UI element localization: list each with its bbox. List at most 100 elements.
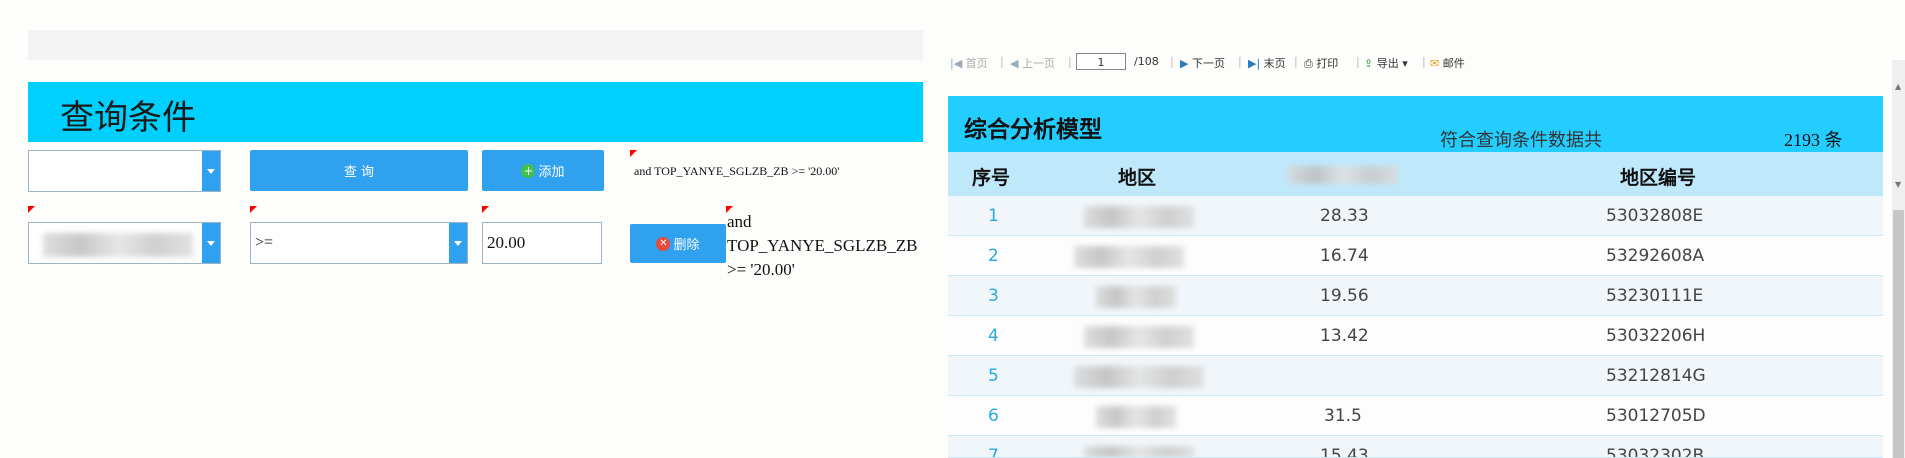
toolbar-separator: | xyxy=(1356,55,1360,68)
value-input[interactable]: 20.00 xyxy=(482,222,602,264)
toolbar-separator: | xyxy=(1422,55,1426,68)
cell-marker-icon xyxy=(28,206,35,213)
scroll-down-icon[interactable]: ▼ xyxy=(1895,180,1901,189)
query-panel-header: 查询条件 xyxy=(28,82,923,142)
row-value: 31.5 xyxy=(1324,406,1362,426)
column-header-region: 地区 xyxy=(1118,167,1157,189)
region-name-redacted xyxy=(1084,446,1194,457)
query-panel-title: 查询条件 xyxy=(60,98,196,138)
chevron-down-icon[interactable] xyxy=(202,223,220,263)
delete-icon: ✕ xyxy=(656,236,671,251)
scrollbar-thumb[interactable] xyxy=(1893,210,1904,458)
add-button[interactable]: + 添加 xyxy=(482,150,604,191)
toolbar-separator: | xyxy=(1238,55,1242,68)
first-page-icon: |◀ xyxy=(950,57,963,70)
region-name-redacted xyxy=(1084,206,1194,228)
last-page-icon: ▶| xyxy=(1248,57,1261,70)
total-pages: /108 xyxy=(1134,55,1159,68)
region-name-redacted xyxy=(1096,406,1176,428)
table-row: 6 31.5 53012705D xyxy=(948,396,1883,436)
row-number: 7 xyxy=(988,446,999,458)
condition-summary: and TOP_YANYE_SGLZB_ZB >= '20.00' xyxy=(634,164,840,178)
row-region-code: 53032302B xyxy=(1606,446,1705,458)
toolbar-separator: | xyxy=(1294,55,1298,68)
row-value: 28.33 xyxy=(1320,206,1369,226)
toolbar-separator: | xyxy=(1170,55,1174,68)
row-region-code: 53032808E xyxy=(1606,206,1704,226)
condition-line: and xyxy=(727,212,752,231)
column-header-no: 序号 xyxy=(972,167,1011,189)
prev-page-button[interactable]: ◀ 上一页 xyxy=(1010,55,1055,71)
row-value: 19.56 xyxy=(1320,286,1369,306)
row-number: 6 xyxy=(988,406,999,426)
mail-button[interactable]: ✉ 邮件 xyxy=(1430,55,1465,71)
add-button-label: 添加 xyxy=(538,165,565,180)
prev-page-icon: ◀ xyxy=(1010,57,1019,70)
toolbar-separator: | xyxy=(1068,55,1072,68)
chevron-down-icon: ▾ xyxy=(1402,57,1408,70)
region-name-redacted xyxy=(1084,326,1194,348)
table-header: 序号 地区 地区编号 xyxy=(948,152,1883,196)
export-button[interactable]: ⇪ 导出 ▾ xyxy=(1364,55,1408,71)
export-icon: ⇪ xyxy=(1364,57,1374,70)
row-region-code: 53012705D xyxy=(1606,406,1706,426)
condition-line: TOP_YANYE_SGLZB_ZB xyxy=(727,236,918,255)
row-value: 13.42 xyxy=(1320,326,1369,346)
mail-icon: ✉ xyxy=(1430,57,1440,70)
field-select[interactable] xyxy=(28,222,221,264)
report-header: 综合分析模型 符合查询条件数据共 2193 条 xyxy=(948,96,1883,152)
page-number-input[interactable]: 1 xyxy=(1076,53,1126,70)
region-name-redacted xyxy=(1096,286,1176,308)
condition-line: >= '20.00' xyxy=(727,260,795,279)
scroll-up-icon[interactable]: ▲ xyxy=(1895,82,1901,91)
table-row: 3 19.56 53230111E xyxy=(948,276,1883,316)
table-row: 2 16.74 53292608A xyxy=(948,236,1883,276)
table-row: 7 15.43 53032302B xyxy=(948,436,1883,458)
value-input-text: 20.00 xyxy=(487,233,526,252)
cell-marker-icon xyxy=(250,206,257,213)
printer-icon: ⎙ xyxy=(1304,57,1313,70)
table-row: 5 53212814G xyxy=(948,356,1883,396)
column-header-redacted xyxy=(1288,166,1398,184)
row-number: 1 xyxy=(988,206,999,226)
report-toolbar: |◀ 首页 | ◀ 上一页 | 1 /108 | ▶ 下一页 | ▶| 末页 |… xyxy=(948,52,1905,74)
row-value: 16.74 xyxy=(1320,246,1369,266)
table-row: 4 13.42 53032206H xyxy=(948,316,1883,356)
table-row: 1 28.33 53032808E xyxy=(948,196,1883,236)
print-button[interactable]: ⎙ 打印 xyxy=(1304,55,1338,71)
row-region-code: 53212814G xyxy=(1606,366,1706,386)
plus-icon: + xyxy=(521,163,536,178)
chevron-down-icon[interactable] xyxy=(202,151,220,191)
last-page-button[interactable]: ▶| 末页 xyxy=(1248,55,1286,71)
region-name-redacted xyxy=(1074,246,1184,268)
next-page-button[interactable]: ▶ 下一页 xyxy=(1180,55,1225,71)
region-name-redacted xyxy=(1074,366,1204,388)
field-value-redacted xyxy=(43,233,193,257)
row-region-code: 53032206H xyxy=(1606,326,1706,346)
field-select-empty[interactable] xyxy=(28,150,221,192)
first-page-button[interactable]: |◀ 首页 xyxy=(950,55,988,71)
query-button[interactable]: 查 询 xyxy=(250,150,468,191)
condition-text: and TOP_YANYE_SGLZB_ZB >= '20.00' xyxy=(727,210,917,282)
left-top-bar xyxy=(28,30,923,60)
operator-value: >= xyxy=(255,234,274,251)
operator-select[interactable]: >= xyxy=(250,222,468,264)
chevron-down-icon[interactable] xyxy=(449,223,467,263)
delete-button[interactable]: ✕ 删除 xyxy=(630,224,726,263)
row-value: 15.43 xyxy=(1320,446,1369,458)
cell-marker-icon xyxy=(630,150,637,157)
query-button-label: 查 询 xyxy=(343,165,375,180)
vertical-scrollbar[interactable]: ▲ ▼ xyxy=(1892,60,1905,458)
next-page-icon: ▶ xyxy=(1180,57,1189,70)
row-number: 3 xyxy=(988,286,999,306)
row-region-code: 53292608A xyxy=(1606,246,1705,266)
row-number: 5 xyxy=(988,366,999,386)
delete-button-label: 删除 xyxy=(673,238,700,253)
column-header-region-code: 地区编号 xyxy=(1620,167,1697,189)
row-number: 2 xyxy=(988,246,999,266)
cell-marker-icon xyxy=(482,206,489,213)
record-count: 2193 条 xyxy=(1784,130,1843,150)
report-subtitle: 符合查询条件数据共 xyxy=(1440,130,1602,150)
row-region-code: 53230111E xyxy=(1606,286,1704,306)
row-number: 4 xyxy=(988,326,999,346)
